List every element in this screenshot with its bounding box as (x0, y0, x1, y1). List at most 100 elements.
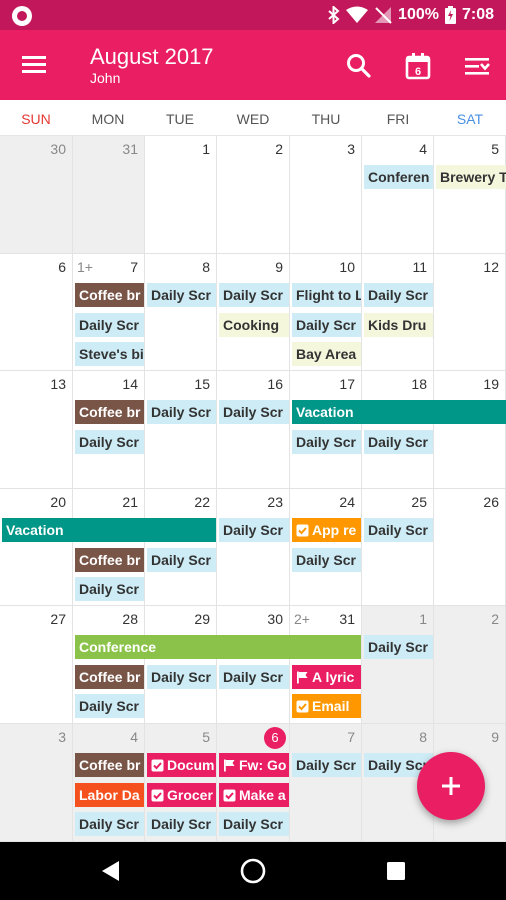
event-chip-multiday[interactable]: Vacation (2, 518, 216, 542)
checkbox-checked-icon (151, 789, 164, 802)
day-cell[interactable]: 4 (362, 136, 434, 254)
event-chip[interactable]: Coffee br (75, 400, 144, 424)
day-cell[interactable]: 12 (434, 254, 506, 371)
day-cell[interactable]: 3 (0, 724, 73, 842)
task-chip[interactable]: App re (292, 518, 361, 542)
month-title[interactable]: August 2017 (90, 44, 214, 70)
event-chip[interactable]: Daily Scr (75, 430, 144, 454)
event-chip[interactable]: Daily Scr (219, 812, 289, 836)
day-cell[interactable]: 23 (217, 489, 290, 606)
bluetooth-icon (328, 6, 340, 24)
flag-icon (224, 759, 235, 772)
event-chip[interactable]: Daily Scr (147, 283, 216, 307)
day-number: 21 (122, 494, 138, 510)
day-number: 31 (339, 611, 355, 627)
event-chip[interactable]: Daily Scr (219, 400, 289, 424)
task-chip[interactable]: Docum (147, 753, 216, 777)
system-nav-bar (0, 842, 506, 900)
event-chip[interactable]: Coffee br (75, 548, 144, 572)
event-chip[interactable]: Bay Area (292, 342, 361, 366)
day-cell[interactable]: 7 (290, 724, 362, 842)
day-cell[interactable]: 3 (290, 136, 362, 254)
reminder-chip[interactable]: A lyric (292, 665, 361, 689)
day-cell[interactable]: 1 (362, 606, 434, 724)
event-chip[interactable]: Coffee br (75, 753, 144, 777)
day-cell[interactable]: 27 (0, 606, 73, 724)
today-marker: 6 (264, 727, 286, 749)
event-chip-multiday[interactable]: Vacation (292, 400, 506, 424)
recents-icon[interactable] (382, 857, 410, 885)
search-icon[interactable] (343, 50, 375, 82)
event-chip[interactable]: Daily Scr (364, 635, 433, 659)
event-chip-multiday[interactable]: Conference (75, 635, 361, 659)
day-number: 18 (411, 376, 427, 392)
day-cell[interactable]: 13 (0, 371, 73, 489)
event-chip[interactable]: Daily Scr (147, 548, 216, 572)
day-cell[interactable]: 8 (145, 254, 217, 371)
event-chip[interactable]: Coffee br (75, 665, 144, 689)
day-number: 24 (339, 494, 355, 510)
more-events-indicator[interactable]: 1+ (77, 259, 93, 275)
event-chip[interactable]: Daily Scr (75, 313, 144, 337)
weekday-sat: SAT (456, 111, 484, 127)
event-chip[interactable]: Daily Scr (147, 665, 216, 689)
event-chip[interactable]: Cooking (219, 313, 289, 337)
event-chip[interactable]: Labor Da (75, 783, 144, 807)
hamburger-menu-icon[interactable] (20, 52, 48, 78)
event-chip[interactable]: Daily Scr (292, 753, 361, 777)
task-chip[interactable]: Email (292, 694, 361, 718)
event-chip[interactable]: Daily Scr (364, 430, 433, 454)
event-chip[interactable]: Daily Scr (364, 518, 433, 542)
event-chip[interactable]: Daily Scr (75, 577, 144, 601)
event-chip[interactable]: Conferen (364, 165, 433, 189)
day-cell[interactable]: 15 (145, 371, 217, 489)
flag-icon (297, 671, 308, 684)
event-chip[interactable]: Daily Scr (75, 694, 144, 718)
event-chip[interactable]: Steve's bi (75, 342, 144, 366)
task-chip[interactable]: Grocer (147, 783, 216, 807)
event-chip[interactable]: Daily Scr (292, 430, 361, 454)
day-number: 2 (491, 611, 499, 627)
event-chip[interactable]: Flight to L (292, 283, 361, 307)
day-cell[interactable]: 2 (434, 606, 506, 724)
day-number: 2 (275, 141, 283, 157)
add-event-button[interactable] (417, 752, 485, 820)
calendar-today-icon[interactable]: 6 (402, 50, 434, 82)
day-number: 13 (50, 376, 66, 392)
day-cell[interactable]: 19 (434, 371, 506, 489)
day-cell[interactable]: 1 (145, 136, 217, 254)
event-chip[interactable]: Daily Scr (147, 400, 216, 424)
day-cell[interactable]: 25 (362, 489, 434, 606)
day-cell[interactable]: 30 (0, 136, 73, 254)
day-cell[interactable]: 26 (434, 489, 506, 606)
day-cell[interactable]: 2 (217, 136, 290, 254)
event-chip[interactable]: Daily Scr (292, 313, 361, 337)
reminder-title: Fw: Go (239, 757, 287, 773)
screen-record-icon (12, 6, 32, 26)
day-cell[interactable]: 5 (434, 136, 506, 254)
day-number: 17 (339, 376, 355, 392)
day-cell[interactable]: 6 (0, 254, 73, 371)
day-cell[interactable]: 20 (0, 489, 73, 606)
event-chip[interactable]: Daily Scr (219, 283, 289, 307)
event-chip[interactable]: Kids Dru (364, 313, 433, 337)
day-cell[interactable]: 31 (73, 136, 145, 254)
more-events-indicator[interactable]: 2+ (294, 611, 310, 627)
event-chip[interactable]: Daily Scr (75, 812, 144, 836)
task-chip[interactable]: Make a (219, 783, 289, 807)
event-chip[interactable]: Daily Scr (219, 518, 289, 542)
view-options-icon[interactable] (461, 50, 493, 82)
day-number: 14 (122, 376, 138, 392)
home-icon[interactable] (239, 857, 267, 885)
reminder-chip[interactable]: Fw: Go (219, 753, 289, 777)
back-icon[interactable] (97, 857, 125, 885)
event-chip[interactable]: Daily Scr (292, 548, 361, 572)
event-chip[interactable]: Brewery T (436, 165, 506, 189)
event-chip[interactable]: Daily Scr (219, 665, 289, 689)
day-cell[interactable]: 16 (217, 371, 290, 489)
day-number: 28 (122, 611, 138, 627)
event-chip[interactable]: Daily Scr (147, 812, 216, 836)
task-title: Email (312, 698, 350, 714)
event-chip[interactable]: Daily Scr (364, 283, 433, 307)
event-chip[interactable]: Coffee br (75, 283, 144, 307)
